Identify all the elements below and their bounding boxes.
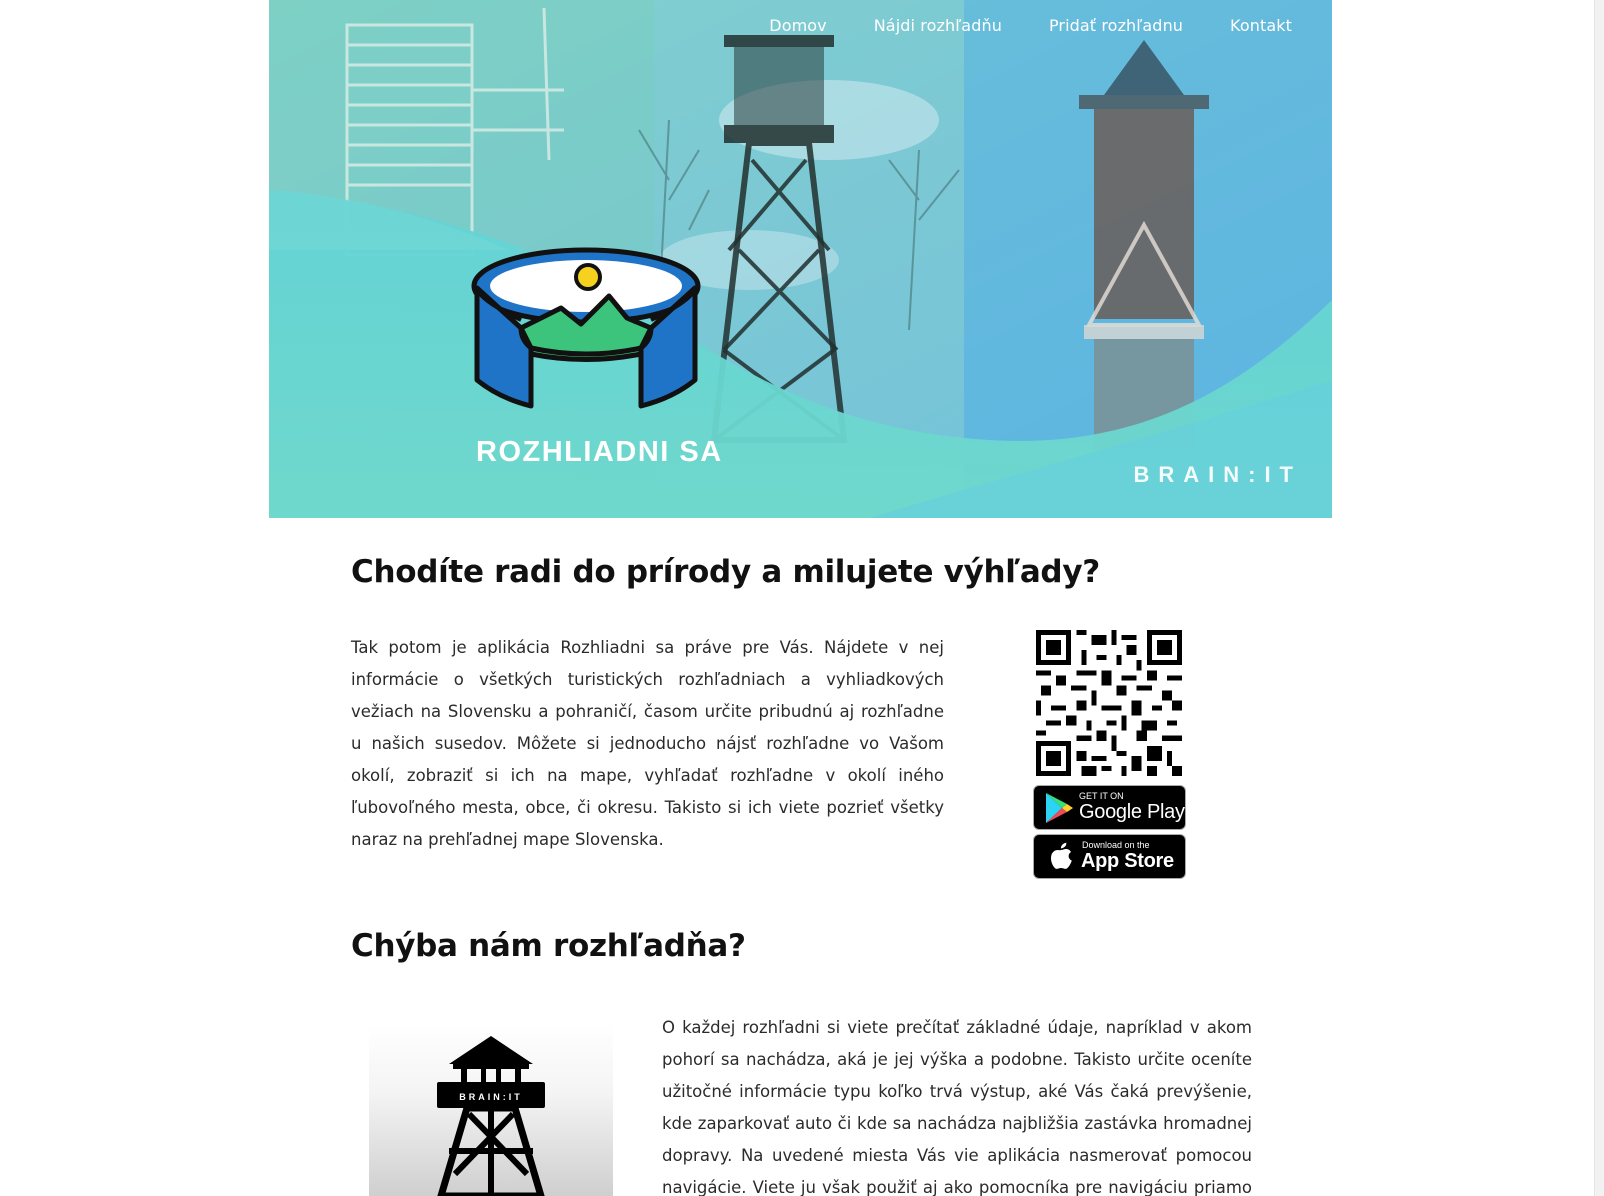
company-wordmark: BRAIN:IT [1133,462,1302,487]
nav-add-tower[interactable]: Pridať rozhľadnu [1049,16,1183,35]
nav-contact[interactable]: Kontakt [1230,16,1292,35]
app-store-label: App Store [1081,850,1174,872]
google-play-label: Google Play [1079,801,1185,823]
google-play-button[interactable]: GET IT ON Google Play [1033,785,1186,830]
app-store-button[interactable]: Download on the App Store [1033,834,1186,879]
nav-home[interactable]: Domov [769,16,826,35]
tower-logo-icon [471,247,701,409]
missing-tower-heading: Chýba nám rozhľadňa? [351,928,746,964]
hero-banner: Domov Nájdi rozhľadňu Pridať rozhľadnu K… [269,0,1332,518]
apple-icon [1050,842,1072,869]
qr-code-icon[interactable] [1036,630,1182,776]
page-scrollbar[interactable] [1594,0,1604,1196]
missing-tower-paragraph: O každej rozhľadni si viete prečítať zák… [662,1018,1252,1196]
main-nav: Domov Nájdi rozhľadňu Pridať rozhľadnu K… [769,16,1292,35]
tower-silhouette-icon: BRAIN:IT [437,1036,545,1196]
brain-it-tower-image: BRAIN:IT [369,1024,613,1196]
tower-caption: BRAIN:IT [459,1092,523,1102]
hero-background [269,0,1332,518]
nav-find-tower[interactable]: Nájdi rozhľadňu [874,16,1002,35]
intro-heading: Chodíte radi do prírody a milujete výhľa… [351,554,1100,590]
intro-paragraph: Tak potom je aplikácia Rozhliadni sa prá… [351,638,944,849]
google-play-icon [1046,793,1073,823]
app-name: ROZHLIADNI SA [476,436,723,468]
google-play-small-label: GET IT ON [1079,791,1124,801]
app-store-small-label: Download on the [1082,840,1150,850]
